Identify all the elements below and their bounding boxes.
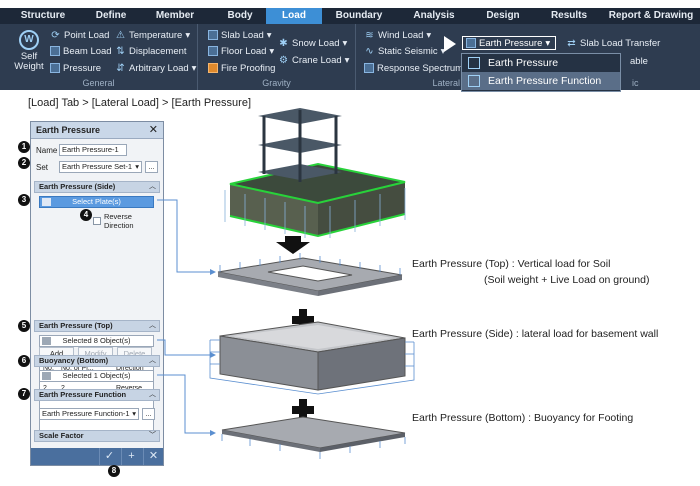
menu-item-earth-pressure-function[interactable]: Earth Pressure Function [462,72,620,90]
menu-item-earth-pressure[interactable]: Earth Pressure [462,54,620,72]
earth-pressure-icon [468,57,480,69]
top-slab-ring [217,253,403,296]
label-bottom: Earth Pressure (Bottom) : Buoyancy for F… [412,412,634,424]
earth-pressure-dropdown: Earth Pressure Earth Pressure Function [461,53,621,92]
label-side: Earth Pressure (Side) : lateral load for… [412,328,659,340]
side-walls [209,321,415,395]
label-top: Earth Pressure (Top) : Vertical load for… [412,258,611,270]
bottom-slab [221,416,406,459]
function-icon [468,75,480,87]
label-top-detail: (Soil weight + Live Load on ground) [484,274,650,286]
connector-lines [157,199,216,436]
building-model [224,108,406,238]
down-arrow-icon [276,236,310,254]
